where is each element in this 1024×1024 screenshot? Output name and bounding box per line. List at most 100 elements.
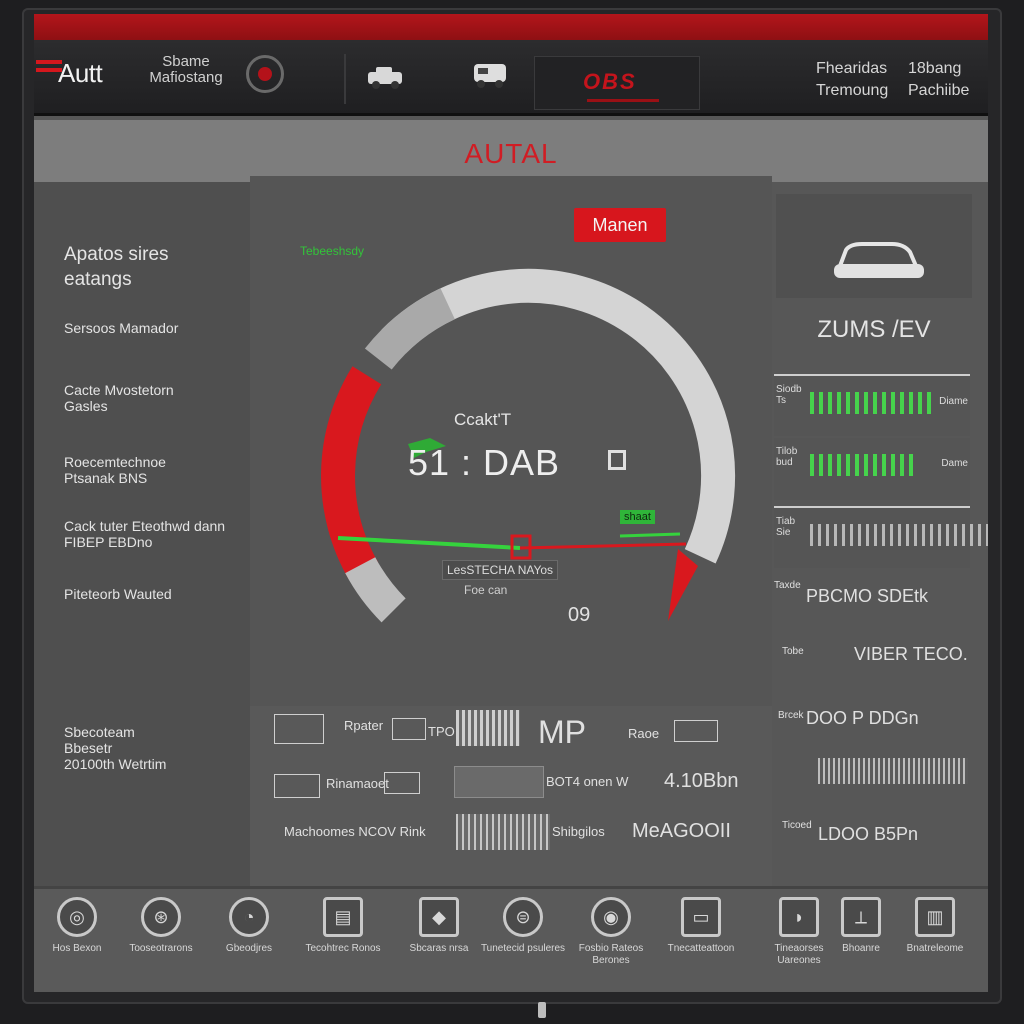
grille-icon: ▥ xyxy=(915,897,955,937)
record-icon[interactable] xyxy=(246,55,284,93)
monitor-frame: Autt Sbame Mafiostang OBS Fhearidas Trem… xyxy=(0,0,1024,1024)
app-logo[interactable]: Autt xyxy=(58,58,103,89)
table-value: MeAGOOII xyxy=(632,820,731,842)
dock-item[interactable]: ▥ Bnatreleome xyxy=(892,897,978,955)
gauge-segment-grey xyxy=(364,288,456,370)
meter-side-label: Diame xyxy=(939,396,968,407)
dock-item[interactable]: ⊜ Tunetecid psuleres xyxy=(480,897,566,955)
dock-item[interactable]: ◔ Gbeodjres xyxy=(206,897,292,955)
right-row-text[interactable]: VIBER TECO. xyxy=(854,644,968,665)
left-menu-item[interactable]: Cacte Mvostetorn Gasles xyxy=(64,382,174,414)
dock-item-label: Hos Bexon xyxy=(52,943,102,954)
status-chip[interactable]: LesSTECHA NAYos xyxy=(442,560,559,580)
table-checkbox[interactable] xyxy=(274,714,324,744)
top-accent-strip xyxy=(34,14,988,40)
top-right-item[interactable]: Tremoung xyxy=(816,80,888,102)
car-icon[interactable] xyxy=(364,64,408,92)
table-cell: TPO xyxy=(428,724,455,739)
row-prefix: Brcek xyxy=(778,710,804,721)
row-prefix: Tobe xyxy=(782,646,804,657)
table-cell: Shibgilos xyxy=(552,824,605,839)
table-mini-chart xyxy=(274,774,320,798)
dock-item[interactable]: ▭ Tnecatteattoon xyxy=(658,897,744,955)
right-row-text[interactable]: LDOO B5Pn xyxy=(818,824,918,845)
meter-bars xyxy=(810,454,913,476)
menu-line: Sbecoteam xyxy=(64,724,135,740)
table-mini-chart xyxy=(392,718,426,740)
menu-line: Sersoos Mamador xyxy=(64,320,179,336)
table-value: 4.10Bbn xyxy=(664,770,739,792)
gauge-icon: ◔ xyxy=(229,897,269,937)
top-right-item[interactable]: 18bang xyxy=(908,58,969,80)
top-right-item[interactable]: Pachiibe xyxy=(908,80,969,102)
menu-line: Ptsanak BNS xyxy=(64,470,148,486)
status-subtext: Foe can xyxy=(464,583,508,597)
menu-line: Apatos sires xyxy=(64,244,169,265)
dock-item[interactable]: ◆ Sbcaras nrsa xyxy=(396,897,482,955)
left-menu-item[interactable]: Sbecoteam Bbesetr 20100th Wetrtim xyxy=(64,724,166,772)
top-right-labels-2: 18bang Pachiibe xyxy=(908,58,969,102)
waveform-graphic xyxy=(456,710,520,746)
title-band: AUTAL xyxy=(34,120,988,182)
gauge-segment-grey-bottom xyxy=(345,556,406,623)
meter-label: Tilob bud xyxy=(776,446,798,468)
right-row-text[interactable]: DOO P DDGn xyxy=(806,708,919,729)
right-row-text[interactable]: PBCMO SDEtk xyxy=(806,586,928,607)
needle-green-right xyxy=(619,532,681,538)
brand-mark: OBS xyxy=(583,69,637,94)
left-menu-item[interactable]: Sersoos Mamador xyxy=(64,320,178,336)
meter-side-label: Dame xyxy=(941,458,968,469)
menu-line: Roecemtechnoe xyxy=(64,454,166,470)
table-cell: BOT4 onen W xyxy=(546,774,629,789)
van-icon[interactable] xyxy=(468,60,512,90)
waveform-graphic xyxy=(818,758,968,784)
brand-badge: OBS xyxy=(534,56,700,110)
table-cell: Raoe xyxy=(628,726,660,741)
left-menu-item[interactable]: Roecemtechnoe Ptsanak BNS xyxy=(64,454,166,486)
status-tag: Tebeeshsdy xyxy=(300,244,365,258)
dock-item-label: Tooseotrarons xyxy=(129,943,193,954)
gauge-track xyxy=(381,268,736,564)
row-prefix: Taxde xyxy=(774,580,801,591)
menu-line: Gasles xyxy=(64,398,108,414)
tag-icon: ◆ xyxy=(419,897,459,937)
lock-icon: ⊜ xyxy=(503,897,543,937)
left-menu-item[interactable]: Piteteorb Wauted xyxy=(64,586,172,602)
meter-row: Tilob bud Dame xyxy=(774,438,970,500)
left-menu-item[interactable]: Cack tuter Eteothwd dann FIBEP EBDno xyxy=(64,518,225,550)
car-side-icon xyxy=(834,242,924,278)
dock-item-label: Gbeodjres xyxy=(225,943,273,954)
green-pill: shaat xyxy=(620,510,655,524)
gauge-label: Ccakt'T xyxy=(454,410,512,429)
mode-button[interactable]: Manen xyxy=(574,208,666,242)
table-cell: Rinamaoet xyxy=(326,776,389,791)
vehicle-card[interactable] xyxy=(776,194,972,298)
menu-line: Cacte Mvostetorn xyxy=(64,382,174,398)
left-menu-item[interactable]: Apatos sires eatangs xyxy=(64,242,169,292)
menu-line: Bbesetr xyxy=(64,740,113,756)
table-big-value: MP xyxy=(538,714,586,750)
subtitle-line: Sbame xyxy=(162,53,210,70)
table-graph xyxy=(454,766,544,798)
meter-row: Siodb Ts Diame xyxy=(774,374,970,436)
dock-item-label: Tunetecid psuleres xyxy=(480,943,566,954)
dock-item-label: Bnatreleome xyxy=(906,943,964,954)
screen: Autt Sbame Mafiostang OBS Fhearidas Trem… xyxy=(34,14,988,992)
dock-item[interactable]: ◉ Fosbio Rateos Berones xyxy=(568,897,654,967)
table-mini-chart xyxy=(384,772,420,794)
table-mini-chart xyxy=(674,720,718,742)
monitor-stand-button xyxy=(538,1002,546,1018)
dock-item[interactable]: ◎ Hos Bexon xyxy=(34,897,120,955)
bottom-dock: ◎ Hos Bexon ⊛ Tooseotrarons ◔ Gbeodjres ▤ Tecoh… xyxy=(34,886,988,992)
waveform-graphic xyxy=(456,814,550,850)
table-cell: Rpater xyxy=(344,718,384,733)
app-subtitle: Sbame Mafiostang xyxy=(136,54,236,86)
table-cell: Machoomes NCOV Rink xyxy=(284,824,426,839)
top-bar: Autt Sbame Mafiostang OBS Fhearidas Trem… xyxy=(34,40,988,116)
top-right-item[interactable]: Fhearidas xyxy=(816,58,888,80)
steering-wheel-icon: ◎ xyxy=(57,897,97,937)
dock-item[interactable]: ⊛ Tooseotrarons xyxy=(118,897,204,955)
gauge-segment-red xyxy=(321,366,382,580)
gauge-reading: 09 xyxy=(568,604,591,626)
dock-item[interactable]: ▤ Tecohtrec Ronos xyxy=(300,897,386,955)
